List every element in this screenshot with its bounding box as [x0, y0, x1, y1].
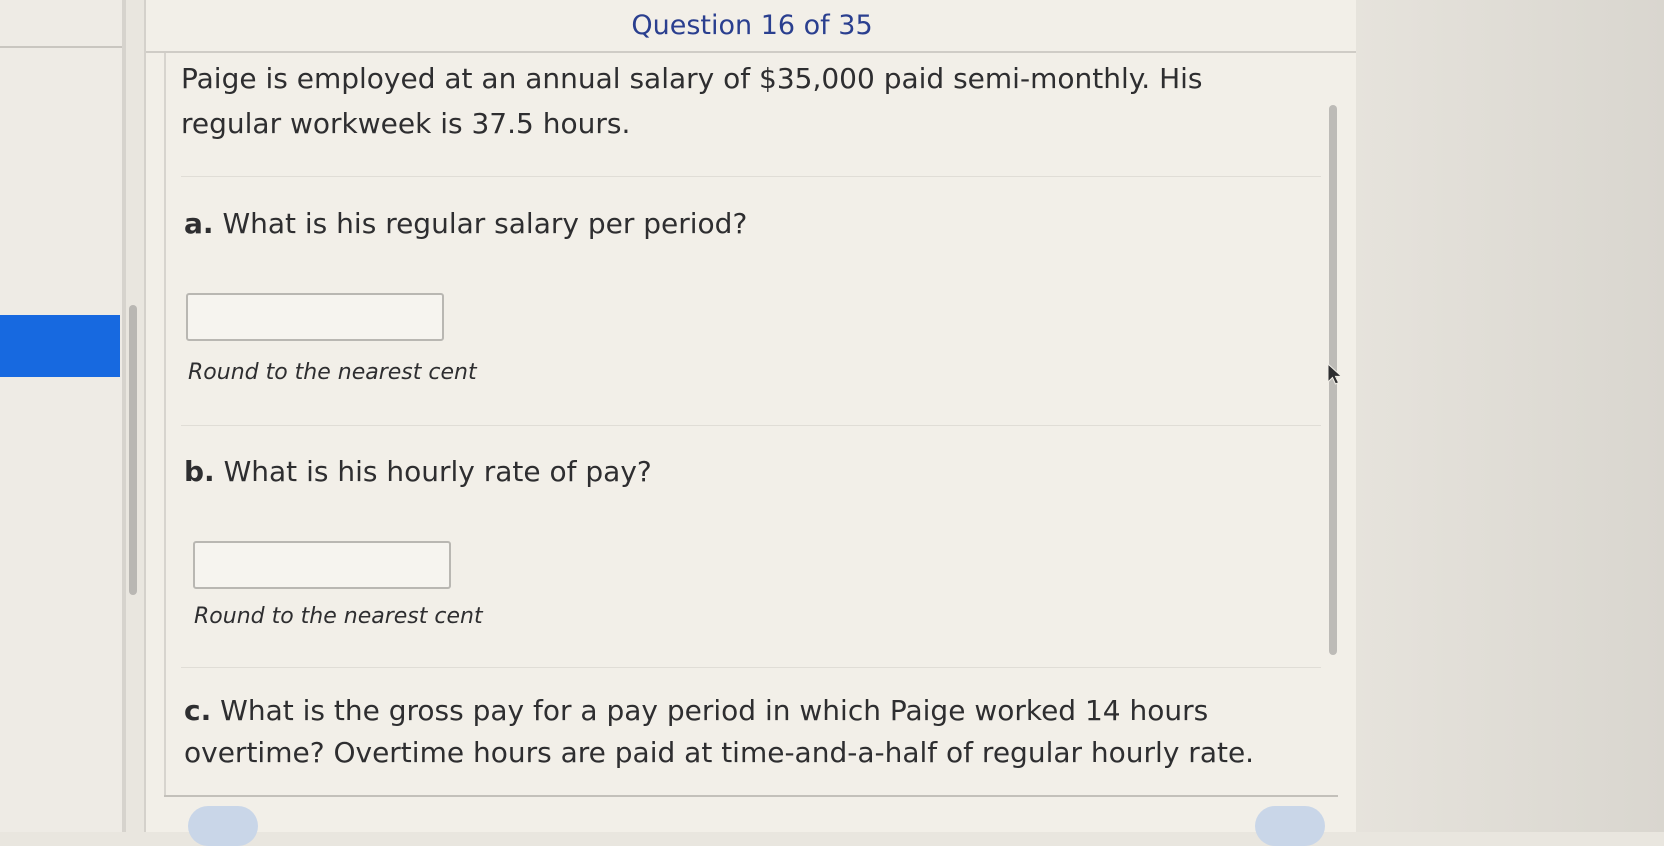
part-b-hint: Round to the nearest cent [194, 604, 483, 629]
next-button[interactable] [1255, 806, 1325, 846]
nav-scrollbar[interactable] [129, 305, 137, 595]
part-c-question: c. What is the gross pay for a pay perio… [184, 690, 1284, 774]
part-b-text: What is his hourly rate of pay? [223, 455, 652, 488]
part-a-text: What is his regular salary per period? [222, 207, 748, 240]
part-b-letter: b. [184, 455, 215, 488]
part-b-question: b. What is his hourly rate of pay? [184, 451, 1334, 493]
previous-button[interactable] [188, 806, 258, 846]
pane-divider [122, 0, 126, 832]
part-c-letter: c. [184, 694, 212, 727]
mouse-cursor-icon [1327, 363, 1343, 385]
right-margin [1356, 0, 1664, 832]
part-a-hint: Round to the nearest cent [188, 360, 477, 385]
divider [181, 176, 1321, 177]
question-card: Question 16 of 35 Paige is employed at a… [144, 0, 1360, 832]
nav-divider [0, 46, 122, 48]
question-nav-pane [0, 0, 122, 832]
question-prompt: Paige is employed at an annual salary of… [181, 62, 1203, 140]
nav-active-item[interactable] [0, 315, 120, 377]
part-a-letter: a. [184, 207, 214, 240]
part-a-question: a. What is his regular salary per period… [184, 203, 1334, 245]
part-a-answer-input[interactable] [186, 293, 444, 341]
body-bottom-border [164, 795, 1338, 797]
question-counter: Question 16 of 35 [631, 10, 873, 41]
part-b-answer-input[interactable] [193, 541, 451, 589]
divider [181, 667, 1321, 668]
part-c-text: What is the gross pay for a pay period i… [184, 694, 1255, 769]
divider [181, 425, 1321, 426]
question-body: Paige is employed at an annual salary of… [164, 53, 1338, 795]
